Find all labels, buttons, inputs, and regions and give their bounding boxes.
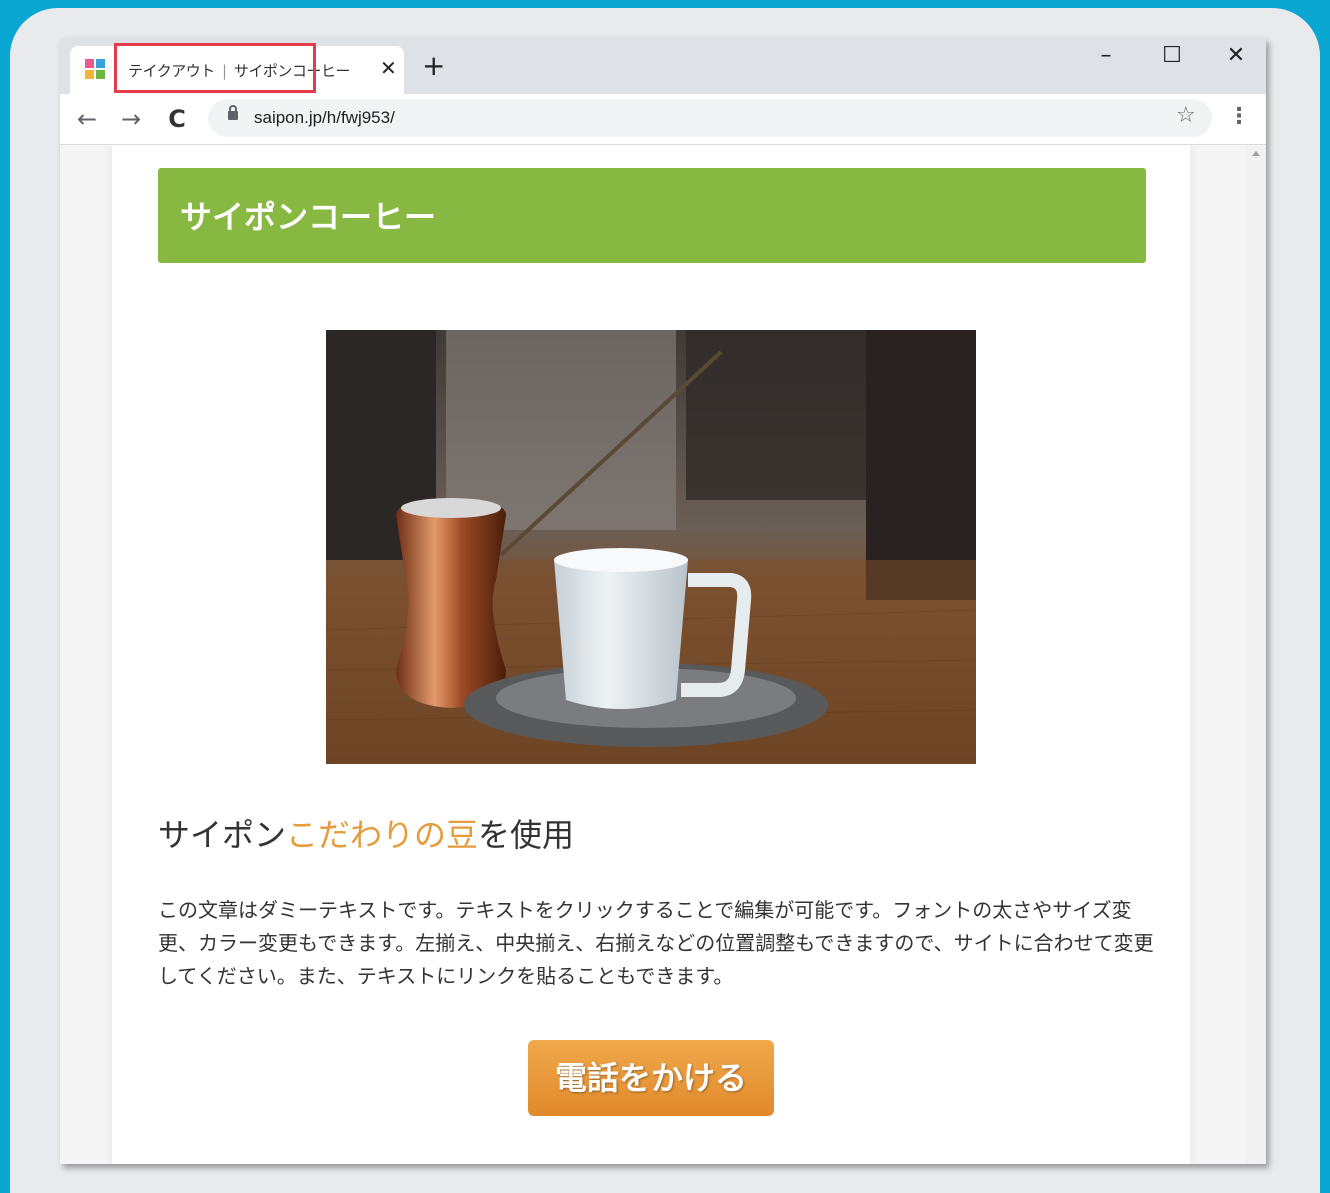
url-text: saipon.jp/h/fwj953/: [254, 108, 395, 127]
browser-toolbar: ← → C saipon.jp/h/fwj953/ ☆ ⋮: [60, 94, 1266, 145]
tab-close-icon[interactable]: ✕: [380, 56, 397, 80]
bookmark-star-icon[interactable]: ☆: [1176, 103, 1196, 128]
page-content: サイポンコーヒー サイポンこだわりの豆を使用 この文章はダミーテキストです。テキ…: [112, 145, 1190, 1164]
scroll-up-arrow-icon[interactable]: [1252, 151, 1260, 156]
site-title: サイポンコーヒー: [180, 198, 437, 236]
saipon-favicon-icon: [85, 59, 105, 79]
browser-menu-icon[interactable]: ⋮: [1228, 104, 1250, 129]
tab-strip: テイクアウト | サイポンコーヒー ✕ + – ☐ ✕: [60, 38, 1266, 94]
page-viewport: サイポンコーヒー サイポンこだわりの豆を使用 この文章はダミーテキストです。テキ…: [60, 145, 1246, 1164]
site-header: サイポンコーヒー: [158, 168, 1146, 263]
address-bar[interactable]: saipon.jp/h/fwj953/: [208, 99, 1212, 137]
reload-icon[interactable]: C: [162, 104, 192, 134]
browser-window: テイクアウト | サイポンコーヒー ✕ + – ☐ ✕ ← → C saipon…: [60, 38, 1266, 1164]
headline-suffix: を使用: [478, 816, 575, 854]
browser-tab[interactable]: テイクアウト | サイポンコーヒー ✕: [70, 43, 404, 94]
coffee-photo: [326, 330, 976, 764]
back-arrow-icon[interactable]: ←: [72, 104, 102, 134]
maximize-button[interactable]: ☐: [1142, 38, 1202, 74]
minimize-button[interactable]: –: [1076, 38, 1136, 74]
section-headline: サイポンこだわりの豆を使用: [158, 810, 574, 856]
headline-prefix: サイポン: [158, 816, 287, 854]
body-paragraph: この文章はダミーテキストです。テキストをクリックすることで編集が可能です。フォン…: [158, 898, 1154, 988]
headline-accent: こだわりの豆: [286, 816, 479, 854]
tab-title-highlight-box: [114, 43, 316, 93]
call-button[interactable]: 電話をかける: [528, 1040, 774, 1116]
close-window-button[interactable]: ✕: [1206, 38, 1266, 74]
page-scrollbar[interactable]: [1246, 145, 1266, 1164]
lock-icon: [228, 105, 238, 120]
new-tab-button[interactable]: +: [422, 52, 445, 80]
forward-arrow-icon[interactable]: →: [116, 104, 146, 134]
